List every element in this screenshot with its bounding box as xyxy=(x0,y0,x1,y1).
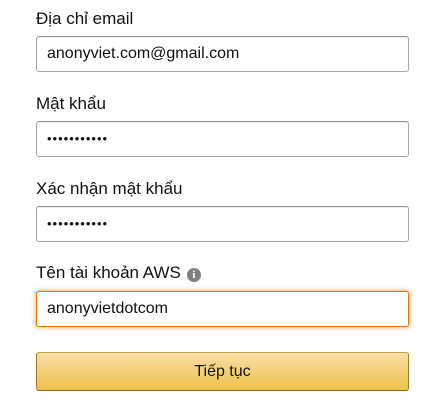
account-name-label-row: Tên tài khoản AWS i xyxy=(36,263,201,283)
account-name-field[interactable]: anonyvietdotcom xyxy=(36,291,409,327)
email-label: Địa chỉ email xyxy=(36,9,134,28)
confirm-password-field[interactable]: ••••••••••• xyxy=(36,206,409,242)
confirm-password-value: ••••••••••• xyxy=(47,216,109,231)
password-value: ••••••••••• xyxy=(47,131,109,146)
account-name-label: Tên tài khoản AWS xyxy=(36,263,181,282)
email-value: anonyviet.com@gmail.com xyxy=(47,45,240,62)
password-field[interactable]: ••••••••••• xyxy=(36,121,409,157)
password-label: Mật khẩu xyxy=(36,94,106,113)
info-icon[interactable]: i xyxy=(186,268,201,282)
account-name-value: anonyvietdotcom xyxy=(47,300,168,317)
registration-form: Địa chỉ email anonyviet.com@gmail.com Mậ… xyxy=(0,0,445,405)
continue-button[interactable]: Tiếp tục xyxy=(36,352,409,391)
continue-button-label: Tiếp tục xyxy=(194,362,251,380)
email-field[interactable]: anonyviet.com@gmail.com xyxy=(36,36,409,72)
confirm-password-label: Xác nhận mật khẩu xyxy=(36,179,183,198)
